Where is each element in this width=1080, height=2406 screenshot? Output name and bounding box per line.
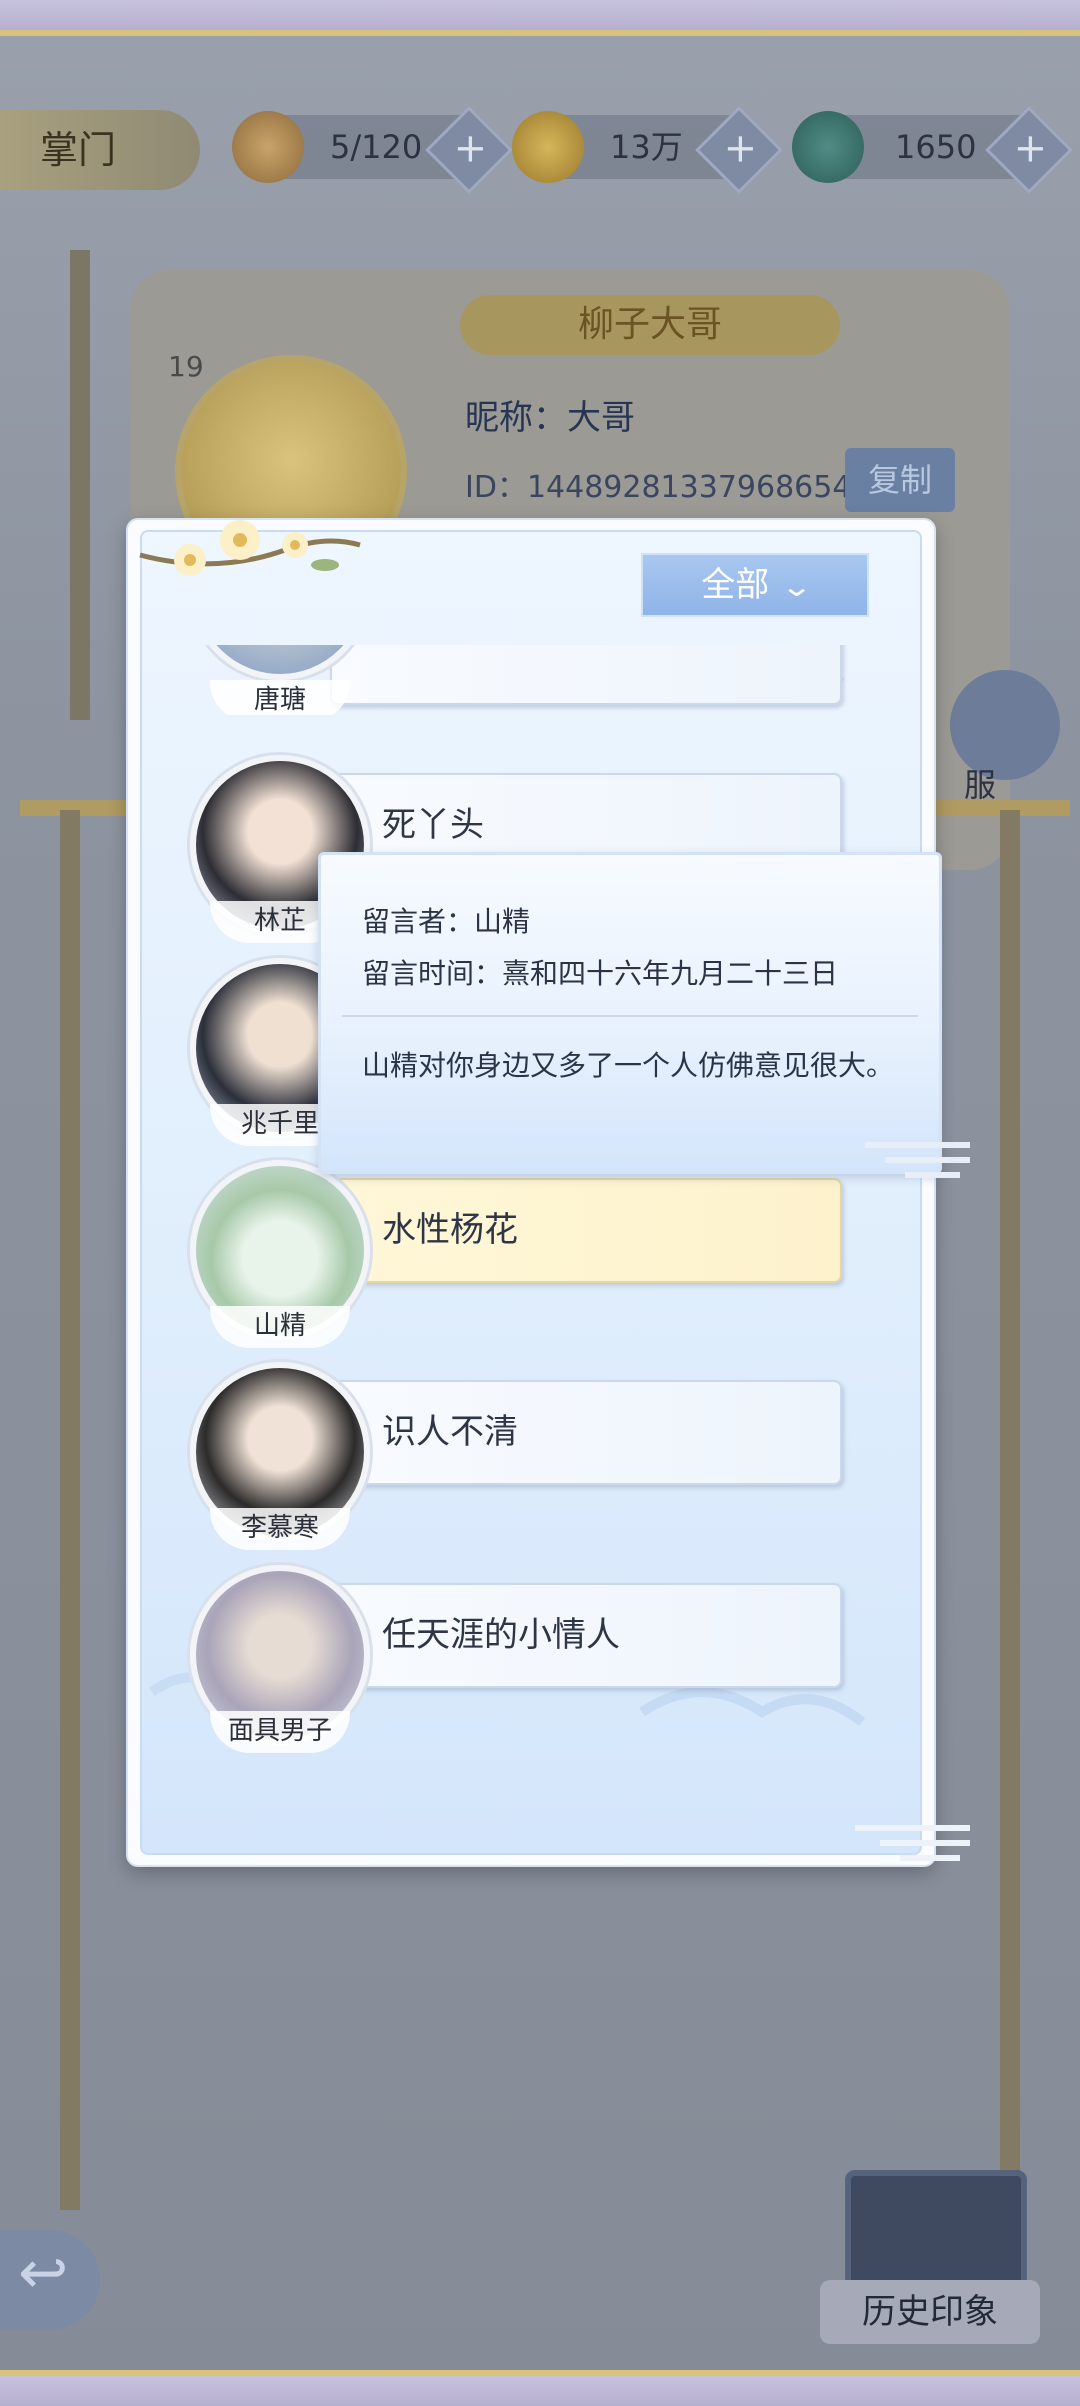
message-text: 识人不清 [330,1380,842,1485]
list-item[interactable]: 水性杨花 山精 [190,1160,850,1348]
back-arrow-icon: ↩ [18,2238,69,2308]
sender-name: 面具男子 [210,1711,350,1753]
filter-dropdown[interactable]: 全部 ⌄ [641,553,869,617]
list-item[interactable]: 任天涯的小情人 面具男子 [190,1565,850,1753]
profile-name-banner: 柳子大哥 [460,295,840,355]
tooltip-content: 山精对你身边又多了一个人仿佛意见很大。 [362,1049,895,1082]
pole-left [60,810,80,2210]
sender-name: 李慕寒 [210,1508,350,1550]
scroll-pole-left [70,250,90,720]
side-character-label: 服 [963,766,996,804]
stamina-value: 5/120 [330,128,423,166]
history-impression-label: 历史印象 [820,2280,1040,2344]
tab-zhangmen[interactable]: 掌门 [0,110,200,190]
sender-name: 唐瑭 [210,680,350,715]
cloud-swirl-decoration [865,1142,970,1178]
tooltip-time: 留言时间：熹和四十六年九月二十三日 [362,957,839,990]
resource-coin: 13万 + [512,106,783,194]
message-text: 水性杨花 [330,1178,842,1283]
player-id-text: ID：144892813379686543 [465,470,871,505]
cat-stamina-icon [232,111,304,183]
bottom-frame [0,2370,1080,2406]
jade-icon [792,111,864,183]
resource-jade: 1650 + [792,106,1073,194]
message-text: 任天涯的小情人 [330,1583,842,1688]
top-frame [0,0,1080,36]
tooltip-author: 留言者：山精 [362,905,531,938]
book-stack-icon [845,2170,1027,2292]
plum-blossom-decoration [139,520,361,576]
nickname-text: 昵称：大哥 [465,398,635,438]
coin-value: 13万 [610,128,683,166]
jade-value: 1650 [895,128,977,166]
tooltip-divider [342,1015,918,1017]
player-level: 19 [168,350,204,383]
coin-icon [512,111,584,183]
list-item[interactable]: 识人不清 李慕寒 [190,1362,850,1550]
history-impression-button[interactable]: 历史印象 [820,2150,1050,2350]
cloud-swirl-decoration-bottom [855,1825,970,1861]
pole-right [1000,810,1020,2230]
chevron-down-icon: ⌄ [780,570,814,603]
filter-label: 全部 [701,565,770,605]
sender-name: 山精 [210,1306,350,1348]
copy-id-button[interactable]: 复制 [845,448,955,512]
resource-stamina: 5/120 + [232,106,513,194]
